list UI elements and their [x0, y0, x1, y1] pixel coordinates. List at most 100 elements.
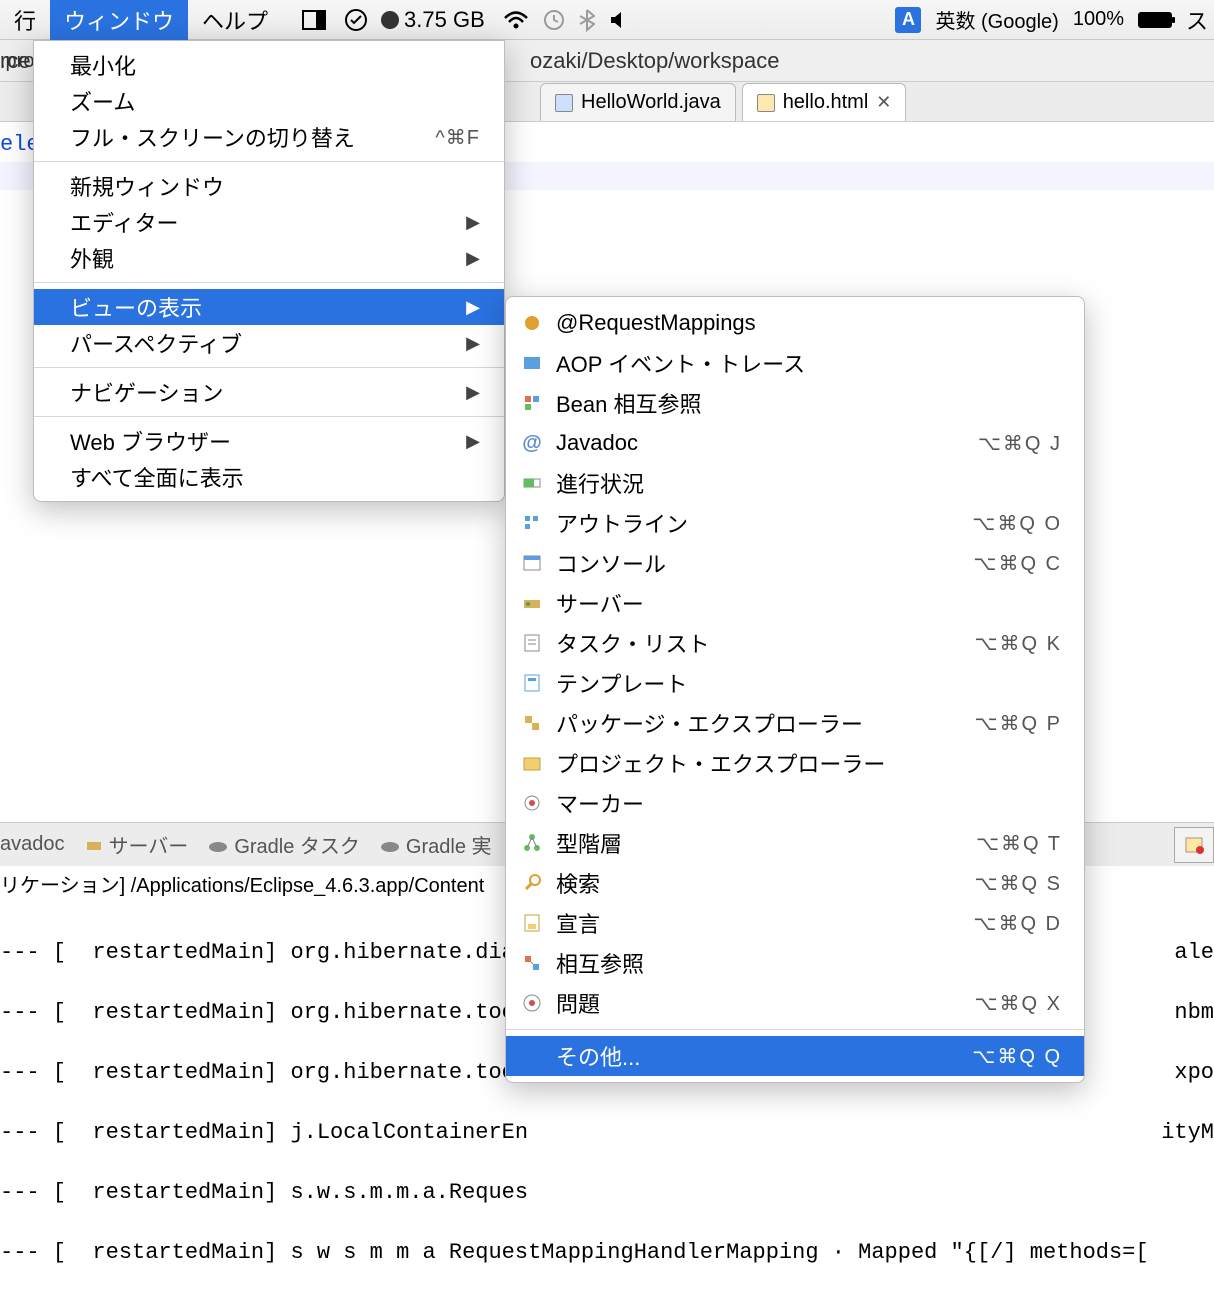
menu-zoom[interactable]: ズーム: [34, 83, 504, 119]
view-item-shortcut: ⌥⌘Q X: [975, 991, 1063, 1016]
view-item-shortcut: ⌥⌘Q J: [978, 431, 1062, 456]
menu-bring-all-front[interactable]: すべて全面に表示: [34, 459, 504, 495]
view-item-label: Bean 相互参照: [556, 387, 1062, 419]
srch-icon: [520, 871, 544, 895]
menu-separator: [34, 416, 504, 417]
view-item-label: コンソール: [556, 547, 961, 579]
menu-show-view[interactable]: ビューの表示▶: [34, 289, 504, 325]
ime-label[interactable]: 英数 (Google): [935, 5, 1058, 34]
window-mode-icon[interactable]: [302, 10, 326, 30]
view-item-xref[interactable]: 相互参照: [506, 943, 1084, 983]
view-item-label: タスク・リスト: [556, 627, 963, 659]
view-item-label: Javadoc: [556, 430, 966, 456]
prob-icon: [520, 991, 544, 1015]
view-item-outl[interactable]: アウトライン⌥⌘Q O: [506, 503, 1084, 543]
view-item-pkg[interactable]: パッケージ・エクスプローラー⌥⌘Q P: [506, 703, 1084, 743]
outl-icon: [520, 511, 544, 535]
view-item-cons[interactable]: コンソール⌥⌘Q C: [506, 543, 1084, 583]
view-item-other[interactable]: その他...⌥⌘Q Q: [506, 1036, 1084, 1076]
at-icon: @: [520, 431, 544, 455]
view-item-req[interactable]: @RequestMappings: [506, 303, 1084, 343]
timemachine-icon[interactable]: [543, 9, 565, 31]
java-file-icon: [555, 94, 573, 112]
view-item-label: AOP イベント・トレース: [556, 347, 1062, 379]
view-item-label: 宣言: [556, 907, 961, 939]
hier-icon: [520, 831, 544, 855]
mark-icon: [520, 791, 544, 815]
menu-fullscreen-toggle[interactable]: フル・スクリーンの切り替え ^⌘F: [34, 119, 504, 155]
srv-icon: [520, 591, 544, 615]
show-view-submenu: @RequestMappings AOP イベント・トレース Bean 相互参照 @ J…: [505, 296, 1085, 1083]
view-item-aop[interactable]: AOP イベント・トレース: [506, 343, 1084, 383]
html-file-icon: [757, 94, 775, 112]
view-item-hier[interactable]: 型階層 ⌥⌘Q T: [506, 823, 1084, 863]
tabs-left-cut: .pro: [0, 50, 34, 73]
view-item-prog[interactable]: 進行状況: [506, 463, 1084, 503]
view-item-label: アウトライン: [556, 507, 960, 539]
path-text: ozaki/Desktop/workspace: [530, 48, 779, 74]
view-item-label: プロジェクト・エクスプローラー: [556, 747, 1062, 779]
close-icon[interactable]: ✕: [876, 92, 891, 113]
view-item-prob[interactable]: 問題⌥⌘Q X: [506, 983, 1084, 1023]
menu-new-window[interactable]: 新規ウィンドウ: [34, 168, 504, 204]
bluetooth-icon[interactable]: [579, 8, 595, 32]
memory-icon: [380, 10, 400, 30]
battery-icon: [1138, 12, 1172, 28]
view-item-tmpl[interactable]: テンプレート: [506, 663, 1084, 703]
menu-minimize[interactable]: 最小化: [34, 47, 504, 83]
view-item-label: サーバー: [556, 587, 1062, 619]
tab-hello-html[interactable]: hello.html ✕: [742, 83, 907, 121]
view-item-label: その他...: [556, 1040, 960, 1072]
xref-icon: [520, 951, 544, 975]
view-item-label: マーカー: [556, 787, 1062, 819]
menu-appearance[interactable]: 外観▶: [34, 240, 504, 276]
aop-icon: [520, 351, 544, 375]
view-item-label: 進行状況: [556, 467, 1062, 499]
menu-window[interactable]: ウィンドウ: [50, 0, 188, 40]
menu-separator: [34, 282, 504, 283]
panel-config-icon[interactable]: [1174, 827, 1214, 863]
task-check-icon[interactable]: [344, 8, 368, 32]
req-icon: [520, 311, 544, 335]
view-item-shortcut: ⌥⌘Q D: [973, 911, 1062, 936]
battery-pct: 100%: [1073, 8, 1124, 31]
view-item-mark[interactable]: マーカー: [506, 783, 1084, 823]
view-item-task[interactable]: タスク・リスト ⌥⌘Q K: [506, 623, 1084, 663]
proj-icon: [520, 751, 544, 775]
view-item-shortcut: ⌥⌘Q T: [976, 831, 1062, 856]
tab-gradle-tasks[interactable]: Gradle タスク: [208, 830, 360, 859]
tab-helloworld-java[interactable]: HelloWorld.java: [540, 83, 736, 121]
view-item-at[interactable]: @ Javadoc ⌥⌘Q J: [506, 423, 1084, 463]
menu-editor[interactable]: エディター▶: [34, 204, 504, 240]
ime-badge[interactable]: A: [895, 7, 921, 33]
view-item-srv[interactable]: サーバー: [506, 583, 1084, 623]
wifi-icon[interactable]: [503, 10, 529, 30]
tab-label: HelloWorld.java: [581, 91, 721, 114]
pkg-icon: [520, 711, 544, 735]
view-item-srch[interactable]: 検索⌥⌘Q S: [506, 863, 1084, 903]
view-item-shortcut: ⌥⌘Q K: [975, 631, 1063, 656]
menu-separator: [34, 367, 504, 368]
menu-navigation[interactable]: ナビゲーション▶: [34, 374, 504, 410]
volume-icon[interactable]: [609, 10, 629, 30]
view-item-label: @RequestMappings: [556, 310, 1062, 336]
tab-gradle-exec[interactable]: Gradle 実: [380, 830, 492, 859]
view-item-label: パッケージ・エクスプローラー: [556, 707, 963, 739]
menu-web-browser[interactable]: Web ブラウザー▶: [34, 423, 504, 459]
memory-text: 3.75 GB: [404, 7, 485, 33]
menu-help[interactable]: ヘルプ: [188, 0, 282, 40]
menubar-right-cut: ス: [1186, 4, 1208, 36]
blank-icon: [520, 1044, 544, 1068]
view-item-label: テンプレート: [556, 667, 1062, 699]
view-item-proj[interactable]: プロジェクト・エクスプローラー: [506, 743, 1084, 783]
menubar: 行 ウィンドウ ヘルプ 3.75 GB A 英数 (Google) 100% ス: [0, 0, 1214, 40]
tab-servers[interactable]: サーバー: [85, 830, 189, 859]
view-item-bean[interactable]: Bean 相互参照: [506, 383, 1084, 423]
view-item-label: 型階層: [556, 827, 964, 859]
menu-separator: [34, 161, 504, 162]
bean-icon: [520, 391, 544, 415]
view-item-decl[interactable]: 宣言 ⌥⌘Q D: [506, 903, 1084, 943]
tab-javadoc[interactable]: avadoc: [0, 833, 65, 856]
menu-separator: [506, 1029, 1084, 1030]
menu-perspective[interactable]: パースペクティブ▶: [34, 325, 504, 361]
